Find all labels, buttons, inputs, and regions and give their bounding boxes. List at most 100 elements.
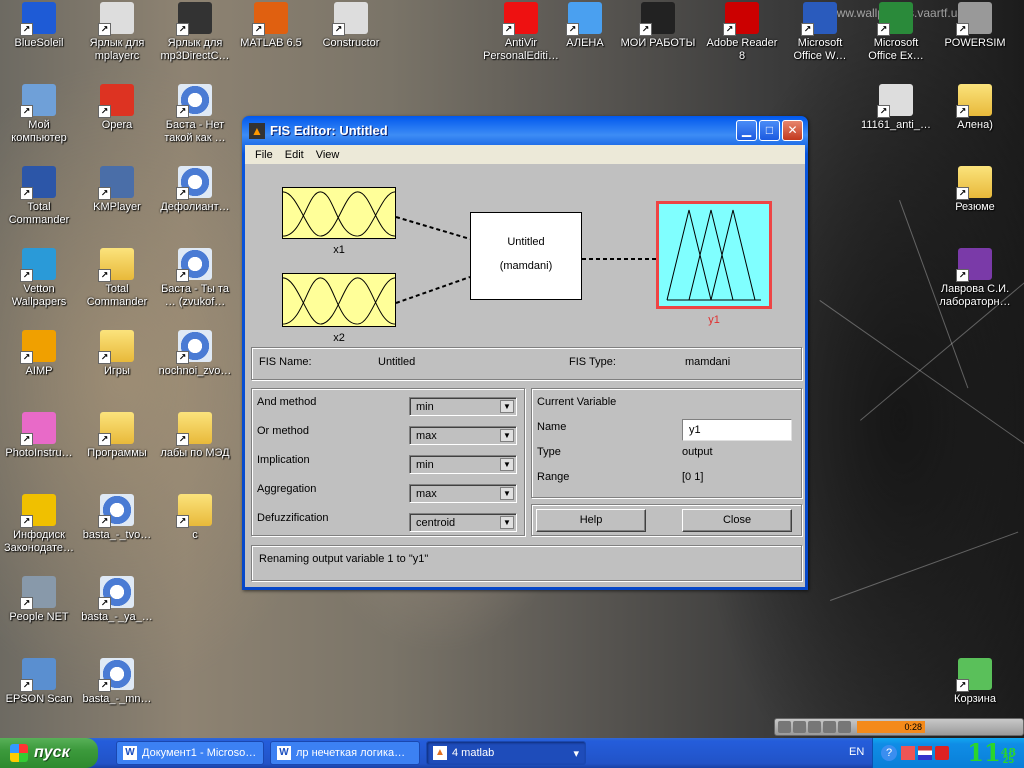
help-button[interactable]: Help — [536, 509, 646, 532]
bluetooth-icon — [20, 2, 56, 36]
output-y1-box[interactable] — [656, 201, 772, 309]
desktop-icon-epson-scan[interactable]: EPSON Scan — [0, 656, 79, 728]
chevron-down-icon[interactable]: ▼ — [500, 516, 514, 529]
desktop-icon-label: KMPlayer — [93, 201, 141, 213]
desktop-icon-media-file[interactable]: basta_-_mn… — [77, 656, 157, 728]
desktop-icon-excel[interactable]: Microsoft Office Ex… — [856, 0, 936, 72]
media-player-bar[interactable]: 0:28 — [774, 718, 1024, 736]
help-tray-icon[interactable]: ? — [881, 745, 897, 761]
desktop-icon-folder[interactable]: Резюме — [935, 164, 1015, 236]
chevron-down-icon[interactable]: ▼ — [500, 400, 514, 413]
desktop-icon-adobe-reader[interactable]: Adobe Reader 8 — [702, 0, 782, 72]
desktop-icon-folder[interactable]: Total Commander — [77, 246, 157, 318]
task-matlab[interactable]: ▲ 4 matlab ▾ — [426, 741, 586, 765]
desktop-icon-photoinstruments[interactable]: PhotoInstru… — [0, 410, 79, 482]
desktop-icon-people-net[interactable]: People NET — [0, 574, 79, 646]
chevron-down-icon[interactable]: ▼ — [500, 458, 514, 471]
mplayer-icon — [98, 2, 134, 36]
photoinstruments-icon — [20, 412, 56, 446]
desktop-icon-mp3directcut[interactable]: Ярлык для mp3DirectC… — [155, 0, 235, 72]
desktop-icon-label: Adobe Reader 8 — [706, 37, 778, 62]
rule-block[interactable]: Untitled (mamdani) — [470, 212, 582, 300]
method-select-defuzzification[interactable]: centroid ▼ — [409, 513, 517, 532]
method-select-implication[interactable]: min ▼ — [409, 455, 517, 474]
current-variable-panel: Current Variable Name y1 Type output Ran… — [531, 388, 802, 498]
window-titlebar[interactable]: ▲ FIS Editor: Untitled ▁ □ ✕ — [245, 116, 805, 145]
folder-icon — [176, 494, 212, 528]
desktop-icon-word[interactable]: Microsoft Office W… — [780, 0, 860, 72]
player-time: 0:28 — [857, 721, 925, 733]
menu-view[interactable]: View — [310, 149, 346, 161]
desktop-icon-label: Лаврова С.И. лабораторн… — [939, 283, 1011, 308]
desktop-icon-wallpapers[interactable]: Vetton Wallpapers — [0, 246, 79, 318]
desktop-icon-label: Баста - Ты та … (zvukof… — [161, 283, 229, 308]
desktop-icon-media-file[interactable]: Дефолиант… — [155, 164, 235, 236]
desktop-icon-floppy[interactable]: Total Commander — [0, 164, 79, 236]
fis-editor-window[interactable]: ▲ FIS Editor: Untitled ▁ □ ✕ File Edit V… — [242, 116, 808, 590]
desktop-icon-folder[interactable]: c — [155, 492, 235, 564]
desktop-icon-aimp[interactable]: AIMP — [0, 328, 79, 400]
close-button[interactable]: Close — [682, 509, 792, 532]
maximize-button[interactable]: □ — [759, 120, 780, 141]
desktop-icon-media-file[interactable]: Баста - Ты та … (zvukof… — [155, 246, 235, 318]
type-value: output — [682, 446, 713, 458]
method-select-aggregation[interactable]: max ▼ — [409, 484, 517, 503]
play-icon[interactable] — [793, 721, 806, 733]
desktop-icon-media-file[interactable]: nochnoi_zvo… — [155, 328, 235, 400]
menu-edit[interactable]: Edit — [279, 149, 310, 161]
desktop-icon-opera[interactable]: Opera — [77, 82, 157, 154]
start-button[interactable]: пуск — [0, 738, 98, 768]
media-file-icon — [176, 166, 212, 200]
chevron-down-icon[interactable]: ▼ — [500, 487, 514, 500]
desktop-icon-powersim[interactable]: POWERSIM — [935, 0, 1015, 72]
desktop-icon-winrar[interactable]: Лаврова С.И. лабораторн… — [935, 246, 1015, 318]
desktop-icon-constructor[interactable]: Constructor — [311, 0, 391, 72]
desktop-icon-folder[interactable]: лабы по МЭД — [155, 410, 235, 482]
desktop-icon-windows[interactable]: АЛЕНА — [545, 0, 625, 72]
prev-icon[interactable] — [778, 721, 791, 733]
desktop-icon-matlab[interactable]: MATLAB 6.5 — [231, 0, 311, 72]
flag-tray-icon[interactable] — [918, 746, 932, 760]
menu-file[interactable]: File — [249, 149, 279, 161]
task-word-document1[interactable]: W Документ1 - Microso… — [116, 741, 264, 765]
media-file-icon — [98, 576, 134, 610]
desktop-icon-my-computer[interactable]: Мой компьютер — [0, 82, 79, 154]
stop-icon[interactable] — [823, 721, 836, 733]
input-x1-box[interactable] — [282, 187, 396, 239]
desktop-icon-folder[interactable]: Алена) — [935, 82, 1015, 154]
method-select-or-method[interactable]: max ▼ — [409, 426, 517, 445]
method-select-and-method[interactable]: min ▼ — [409, 397, 517, 416]
media-tray-icon[interactable] — [901, 746, 915, 760]
recycle-bin-icon — [956, 658, 992, 692]
desktop-icon-infodisk[interactable]: Инфодиск Законодате… — [0, 492, 79, 564]
close-window-button[interactable]: ✕ — [782, 120, 803, 141]
type-label: Type — [537, 446, 561, 458]
desktop-icon-label: АЛЕНА — [566, 37, 604, 49]
next-icon[interactable] — [838, 721, 851, 733]
desktop-icon-label: MATLAB 6.5 — [240, 37, 302, 49]
desktop-icon-kmplayer[interactable]: KMPlayer — [77, 164, 157, 236]
pause-icon[interactable] — [808, 721, 821, 733]
desktop-icon-my-works[interactable]: МОИ РАБОТЫ — [618, 0, 698, 72]
desktop-icon-media-file[interactable]: basta_-_tvo… — [77, 492, 157, 564]
input-x2-box[interactable] — [282, 273, 396, 327]
desktop-icon-folder[interactable]: Игры — [77, 328, 157, 400]
fis-type-value: mamdani — [685, 356, 731, 368]
desktop-icon-media-file[interactable]: basta_-_ya_… — [77, 574, 157, 646]
chevron-down-icon[interactable]: ▼ — [500, 429, 514, 442]
desktop-icon-media-file[interactable]: Баста - Нет такой как … — [155, 82, 235, 154]
desktop-icon-bluetooth[interactable]: BlueSoleil — [0, 0, 79, 72]
desktop-icon-mplayer[interactable]: Ярлык для mplayerc — [77, 0, 157, 72]
minimize-button[interactable]: ▁ — [736, 120, 757, 141]
desktop-icon-label: basta_-_mn… — [82, 693, 152, 705]
input-x1-label: x1 — [333, 244, 345, 256]
task-label: Документ1 - Microso… — [142, 747, 257, 759]
folder-icon — [98, 412, 134, 446]
desktop-icon-folder[interactable]: Программы — [77, 410, 157, 482]
method-select-value: min — [416, 401, 434, 413]
variable-name-input[interactable]: y1 — [682, 419, 792, 441]
desktop-icon-quicktime[interactable]: 11161_anti_… — [856, 82, 936, 154]
language-indicator[interactable]: EN — [849, 746, 864, 758]
antivir-tray-icon[interactable] — [935, 746, 949, 760]
task-word-fuzzy[interactable]: W лр нечеткая логика… — [270, 741, 420, 765]
